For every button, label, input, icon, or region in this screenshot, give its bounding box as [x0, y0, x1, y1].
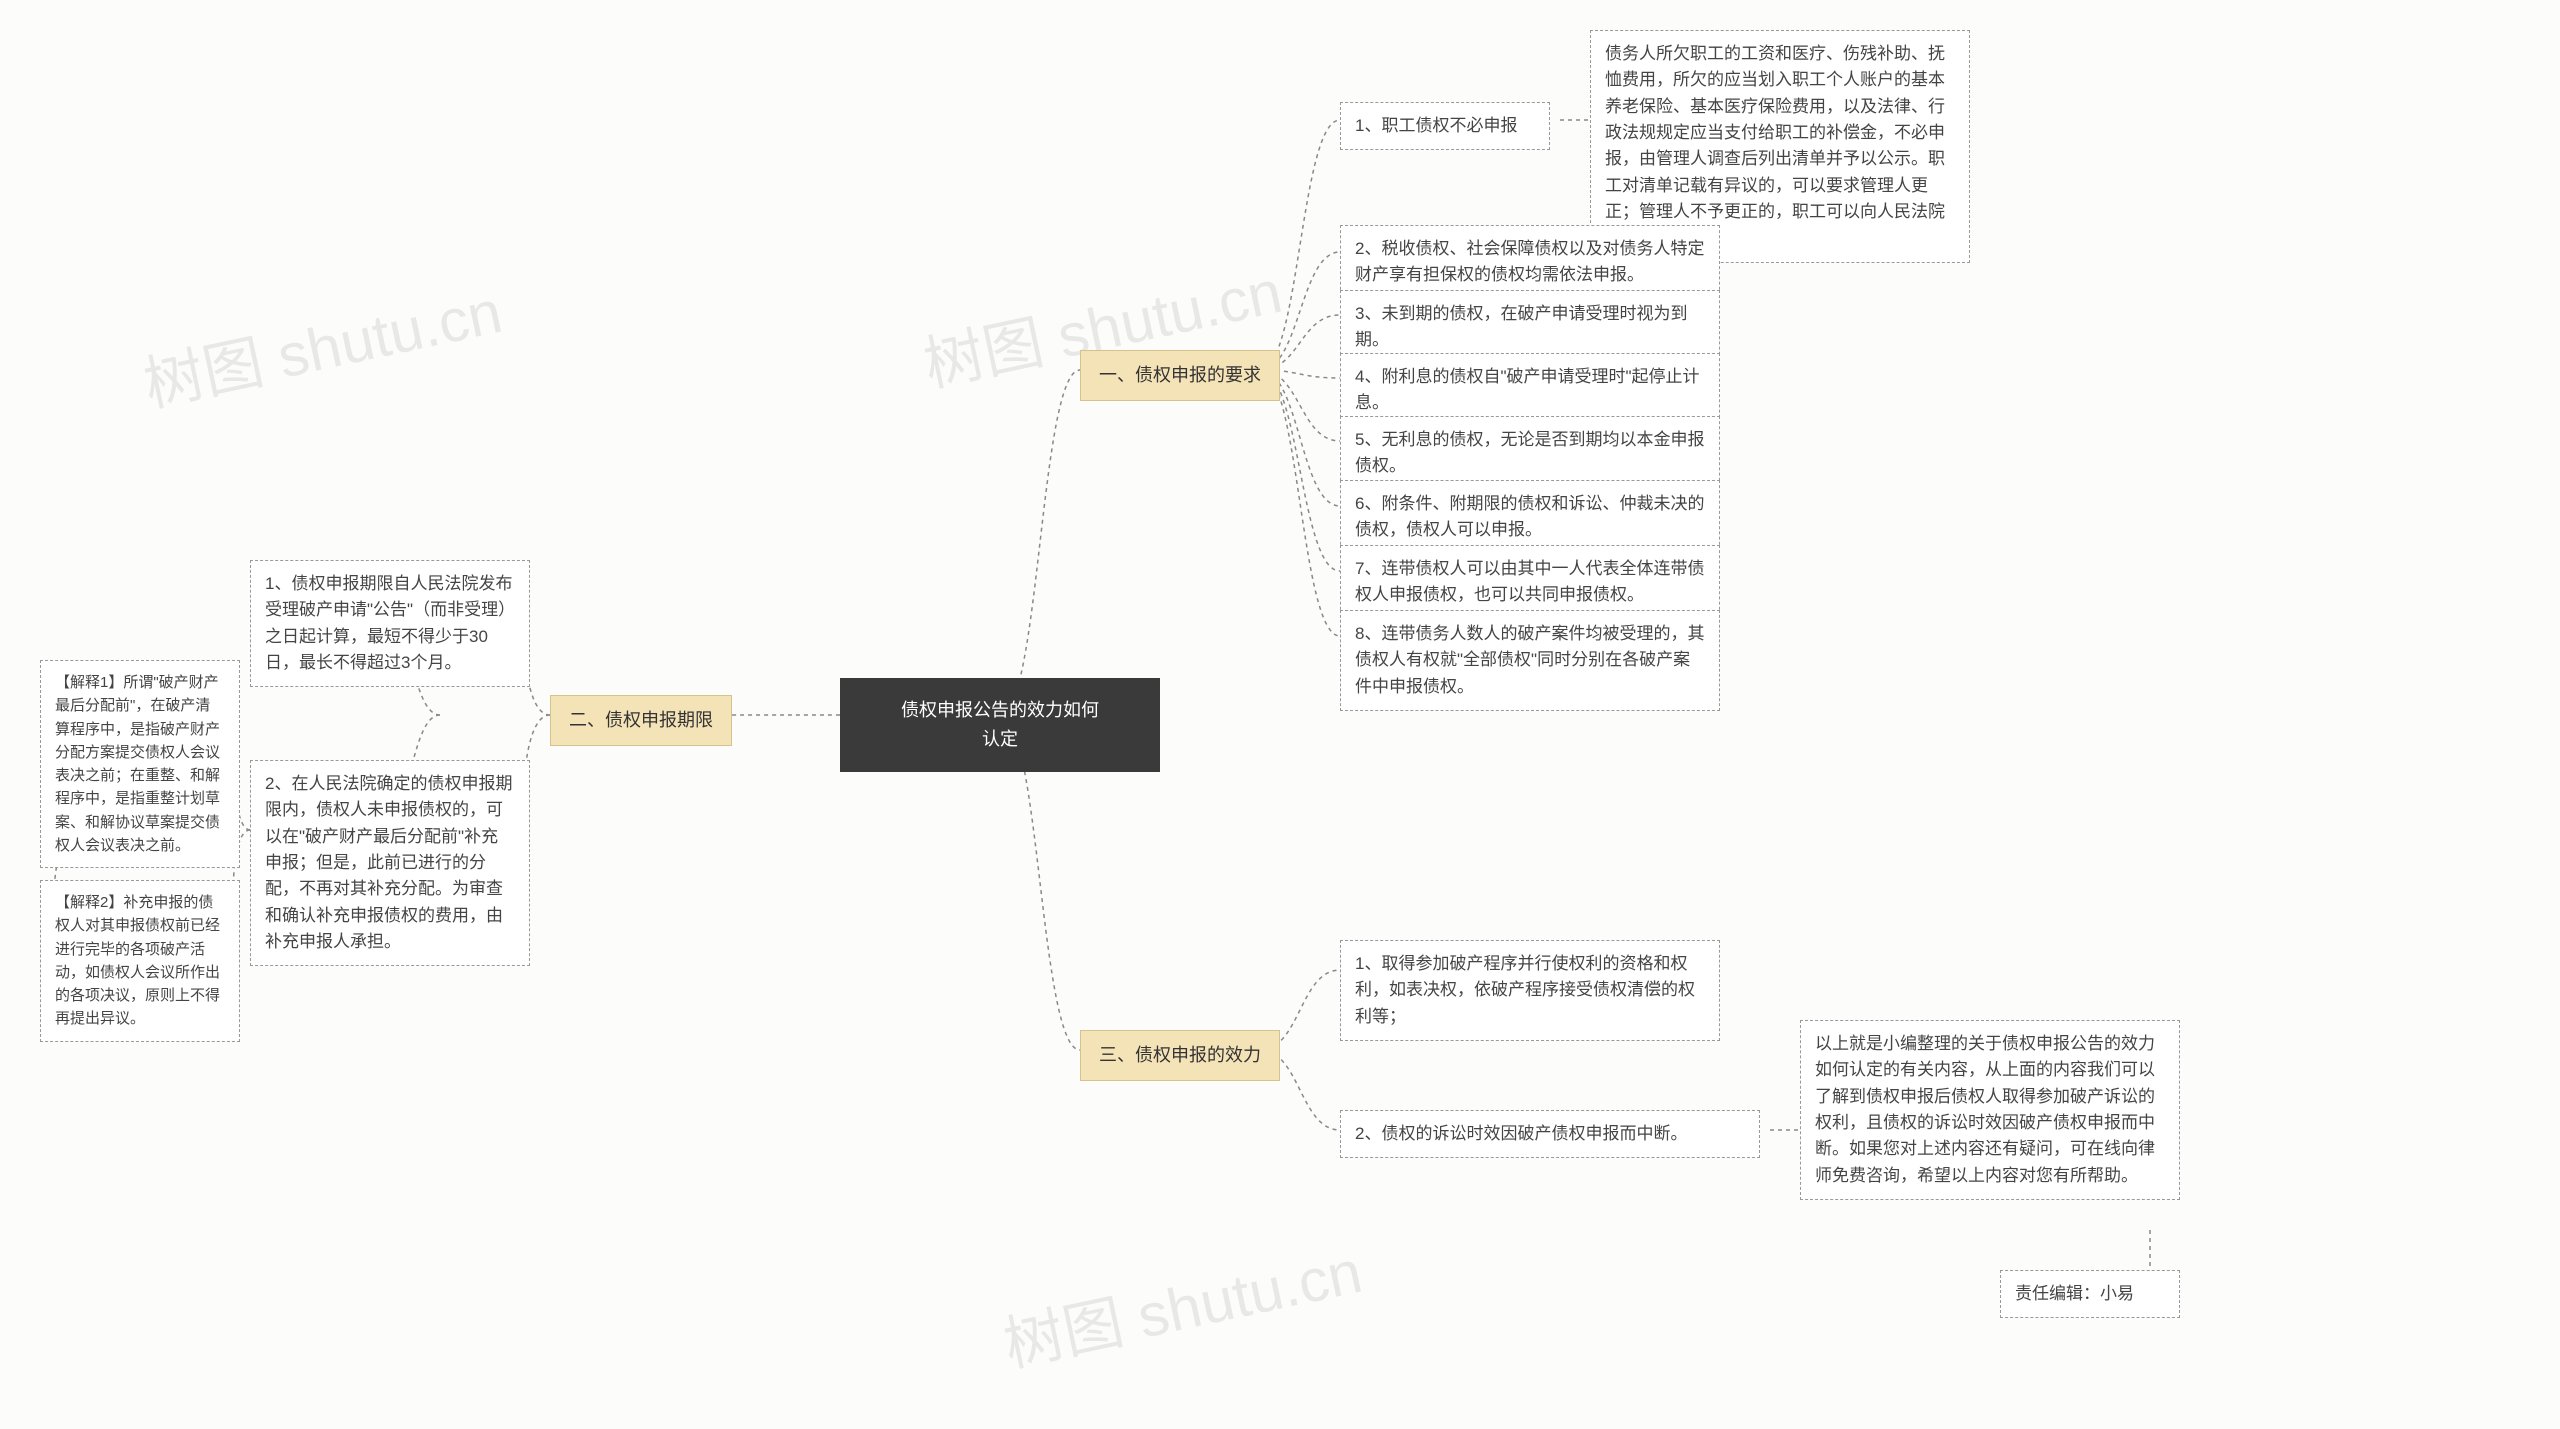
- watermark: 树图 shutu.cn: [135, 263, 509, 424]
- s2-item-2[interactable]: 2、在人民法院确定的债权申报期限内，债权人未申报债权的，可以在"破产财产最后分配…: [250, 760, 530, 966]
- section-1[interactable]: 一、债权申报的要求: [1080, 350, 1280, 401]
- s1-item-2[interactable]: 2、税收债权、社会保障债权以及对债务人特定财产享有担保权的债权均需依法申报。: [1340, 225, 1720, 300]
- s2-item-1[interactable]: 1、债权申报期限自人民法院发布受理破产申请"公告"（而非受理）之日起计算，最短不…: [250, 560, 530, 687]
- watermark: 树图 shutu.cn: [995, 1223, 1369, 1384]
- connector-lines-final: [0, 0, 2560, 1429]
- section-2[interactable]: 二、债权申报期限: [550, 695, 732, 746]
- section-3[interactable]: 三、债权申报的效力: [1080, 1030, 1280, 1081]
- mindmap-root[interactable]: 债权申报公告的效力如何 认定: [840, 678, 1160, 772]
- s1-item-7[interactable]: 7、连带债权人可以由其中一人代表全体连带债权人申报债权，也可以共同申报债权。: [1340, 545, 1720, 620]
- editor-credit: 责任编辑：小易: [2000, 1270, 2180, 1318]
- s1-item-6[interactable]: 6、附条件、附期限的债权和诉讼、仲裁未决的债权，债权人可以申报。: [1340, 480, 1720, 555]
- s2-i2-explanation-2[interactable]: 【解释2】补充申报的债权人对其申报债权前已经进行完毕的各项破产活动，如债权人会议…: [40, 880, 240, 1042]
- s2-i2-explanation-1[interactable]: 【解释1】所谓"破产财产最后分配前"，在破产清算程序中，是指破产财产分配方案提交…: [40, 660, 240, 868]
- s3-item-2[interactable]: 2、债权的诉讼时效因破产债权申报而中断。: [1340, 1110, 1760, 1158]
- connector-lines: [0, 0, 2560, 1429]
- s3-item-1[interactable]: 1、取得参加破产程序并行使权利的资格和权利，如表决权，依破产程序接受债权清偿的权…: [1340, 940, 1720, 1041]
- root-line1: 债权申报公告的效力如何: [868, 696, 1132, 725]
- s1-item-8[interactable]: 8、连带债务人数人的破产案件均被受理的，其债权人有权就"全部债权"同时分别在各破…: [1340, 610, 1720, 711]
- s3-item-2-detail[interactable]: 以上就是小编整理的关于债权申报公告的效力如何认定的有关内容，从上面的内容我们可以…: [1800, 1020, 2180, 1200]
- root-line2: 认定: [868, 725, 1132, 754]
- s1-item-1[interactable]: 1、职工债权不必申报: [1340, 102, 1550, 150]
